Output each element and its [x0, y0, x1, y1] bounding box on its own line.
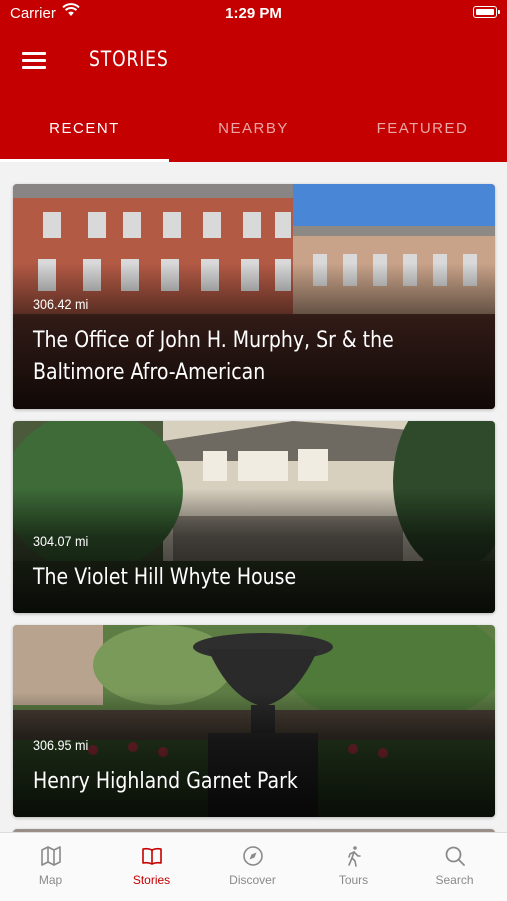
nav-stories[interactable]: Stories [101, 833, 202, 901]
book-icon [142, 847, 162, 865]
nav-label: Tours [338, 873, 369, 887]
walking-icon [348, 846, 361, 867]
nav-map[interactable]: Map [0, 833, 101, 901]
nav-label: Search [435, 873, 474, 887]
story-title: The Office of John H. Murphy, Sr & the B… [33, 328, 394, 385]
tab-label: FEATURED [376, 120, 469, 137]
story-distance: 306.42 mi [33, 296, 89, 312]
hamburger-menu-icon[interactable] [22, 48, 48, 74]
compass-icon [243, 846, 263, 866]
nav-discover[interactable]: Discover [202, 833, 303, 901]
nav-tours[interactable]: Tours [303, 833, 404, 901]
story-title: The Violet Hill Whyte House [33, 565, 297, 590]
map-icon [41, 846, 61, 866]
tab-label: NEARBY [218, 120, 289, 137]
story-title: Henry Highland Garnet Park [33, 769, 298, 794]
search-icon [445, 846, 465, 866]
status-time: 1:29 PM [225, 5, 282, 22]
story-tabs: RECENT NEARBY FEATURED [0, 106, 507, 162]
story-card[interactable]: 304.07 mi The Violet Hill Whyte House [13, 421, 495, 613]
tab-recent[interactable]: RECENT [0, 106, 169, 162]
nav-label: Map [38, 873, 63, 887]
bottom-tab-bar: Map Stories Discover Tours Search [0, 832, 507, 901]
story-card[interactable]: 306.42 mi The Office of John H. Murphy, … [13, 184, 495, 409]
tab-label: RECENT [49, 120, 120, 137]
story-card[interactable]: 306.95 mi Henry Highland Garnet Park [13, 625, 495, 817]
nav-label: Discover [229, 873, 276, 887]
status-bar: Carrier 1:29 PM [0, 0, 507, 28]
story-distance: 306.95 mi [33, 737, 89, 753]
tab-nearby[interactable]: NEARBY [169, 106, 338, 162]
stories-list[interactable]: 306.42 mi The Office of John H. Murphy, … [0, 162, 507, 832]
nav-search[interactable]: Search [404, 833, 505, 901]
story-distance: 304.07 mi [33, 533, 89, 549]
tab-featured[interactable]: FEATURED [338, 106, 507, 162]
app-header: Carrier 1:29 PM STORIES RECENT NEARBY FE… [0, 0, 507, 162]
nav-label: Stories [132, 873, 171, 887]
battery-icon [473, 6, 500, 18]
page-title: STORIES [89, 47, 169, 71]
